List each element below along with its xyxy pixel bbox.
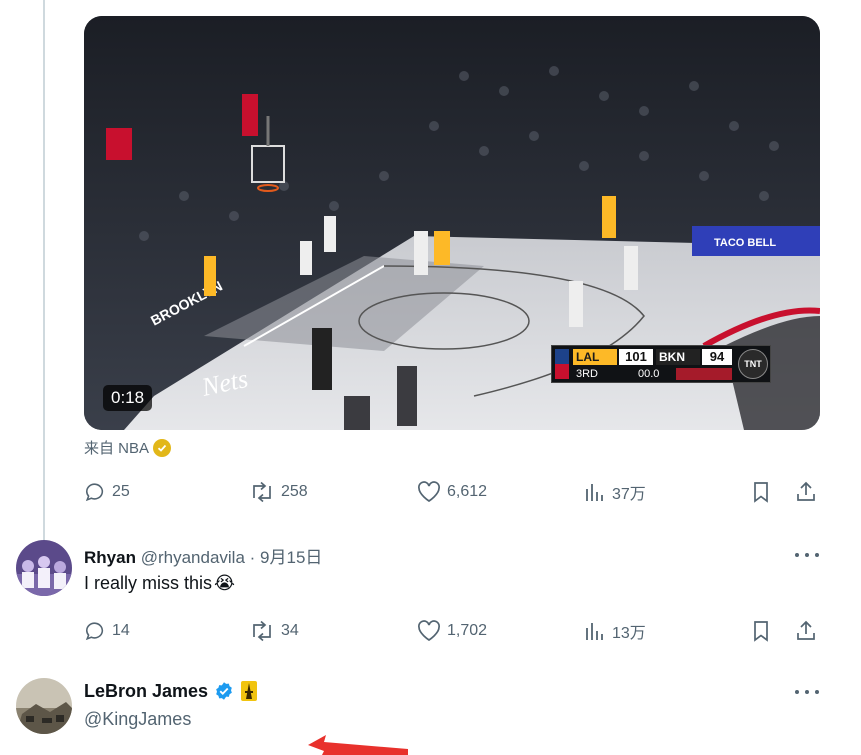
view-count: 13万 [612, 625, 646, 642]
repost-count: 258 [281, 483, 308, 500]
reply-count: 14 [112, 622, 130, 639]
reply-author-name[interactable]: Rhyan [84, 548, 136, 567]
repost-button[interactable]: 258 [249, 477, 308, 507]
bookmark-button[interactable] [750, 616, 772, 646]
crown-icon [241, 681, 258, 701]
ad-board-text: TACO BELL [714, 237, 776, 249]
heart-icon [418, 620, 440, 642]
reply-author-name-row: LeBron James [84, 680, 258, 702]
reply-header: Rhyan @rhyandavila · 9月15日 [84, 543, 322, 568]
reply-body: I really miss this [84, 573, 213, 593]
gold-verified-badge-icon [153, 438, 172, 457]
scorebug-period: 3RD [576, 368, 599, 380]
like-count: 1,702 [447, 622, 488, 639]
like-count: 6,612 [447, 483, 488, 500]
reply-button[interactable]: 25 [84, 477, 130, 507]
avatar[interactable] [16, 678, 72, 734]
rhyan-avatar-image [16, 540, 72, 596]
more-options-button[interactable] [795, 545, 819, 565]
video-duration-badge: 0:18 [103, 385, 153, 411]
scorebug-clock: 00.0 [638, 368, 660, 380]
like-button[interactable]: 1,702 [417, 616, 487, 646]
reply-icon [85, 622, 104, 641]
scorebug-team1: LAL [573, 349, 617, 365]
avatar[interactable] [16, 540, 72, 596]
analytics-icon [586, 484, 603, 501]
more-icon [795, 690, 799, 694]
view-count: 37万 [612, 486, 646, 503]
lebron-avatar-image [16, 678, 72, 734]
scorebug-team2: BKN [656, 349, 700, 365]
like-button[interactable]: 6,612 [417, 477, 487, 507]
scorebug-bar [676, 368, 732, 380]
repost-icon [253, 481, 271, 503]
scorebug-score2: 94 [702, 349, 732, 365]
reply-author-handle[interactable]: @rhyandavila [141, 548, 245, 567]
heart-icon [418, 481, 440, 503]
tweet-action-bar: 25 258 6,612 37万 [84, 477, 824, 507]
source-label: 来自 NBA [84, 440, 150, 457]
scorebug-score1: 101 [619, 349, 653, 365]
reply-date[interactable]: 9月15日 [260, 548, 322, 567]
thread-connector-line [43, 0, 45, 540]
reply-icon [85, 483, 104, 502]
reply-action-bar: 14 34 1,702 13万 [84, 616, 824, 646]
crying-emoji-icon: 😭 [214, 573, 236, 594]
repost-count: 34 [281, 622, 299, 639]
repost-button[interactable]: 34 [249, 616, 299, 646]
separator-dot: · [249, 548, 256, 567]
red-arrow-annotation [308, 735, 408, 755]
share-icon [797, 481, 815, 501]
share-button[interactable] [794, 477, 818, 507]
views-button[interactable]: 13万 [584, 616, 646, 646]
reply-count: 25 [112, 483, 130, 500]
reply-text: I really miss this 😭 [84, 573, 235, 594]
reply-author-handle[interactable]: @KingJames [84, 709, 191, 730]
more-icon [795, 553, 799, 557]
views-button[interactable]: 37万 [584, 477, 646, 507]
scorebug: LAL 101 BKN 94 3RD 00.0 TNT [551, 345, 771, 383]
repost-icon [253, 620, 271, 642]
more-options-button[interactable] [795, 682, 819, 702]
bookmark-icon [754, 482, 768, 503]
tnt-logo: TNT [738, 349, 768, 379]
blue-verified-badge-icon [216, 682, 232, 700]
bookmark-button[interactable] [750, 477, 772, 507]
reply-button[interactable]: 14 [84, 616, 130, 646]
bookmark-icon [754, 621, 768, 642]
nba-logo-icon [555, 349, 569, 379]
reply-author-name[interactable]: LeBron James [84, 681, 208, 702]
analytics-icon [586, 623, 603, 640]
share-icon [797, 620, 815, 640]
share-button[interactable] [794, 616, 818, 646]
video-source-attribution[interactable]: 来自 NBA [84, 437, 172, 458]
